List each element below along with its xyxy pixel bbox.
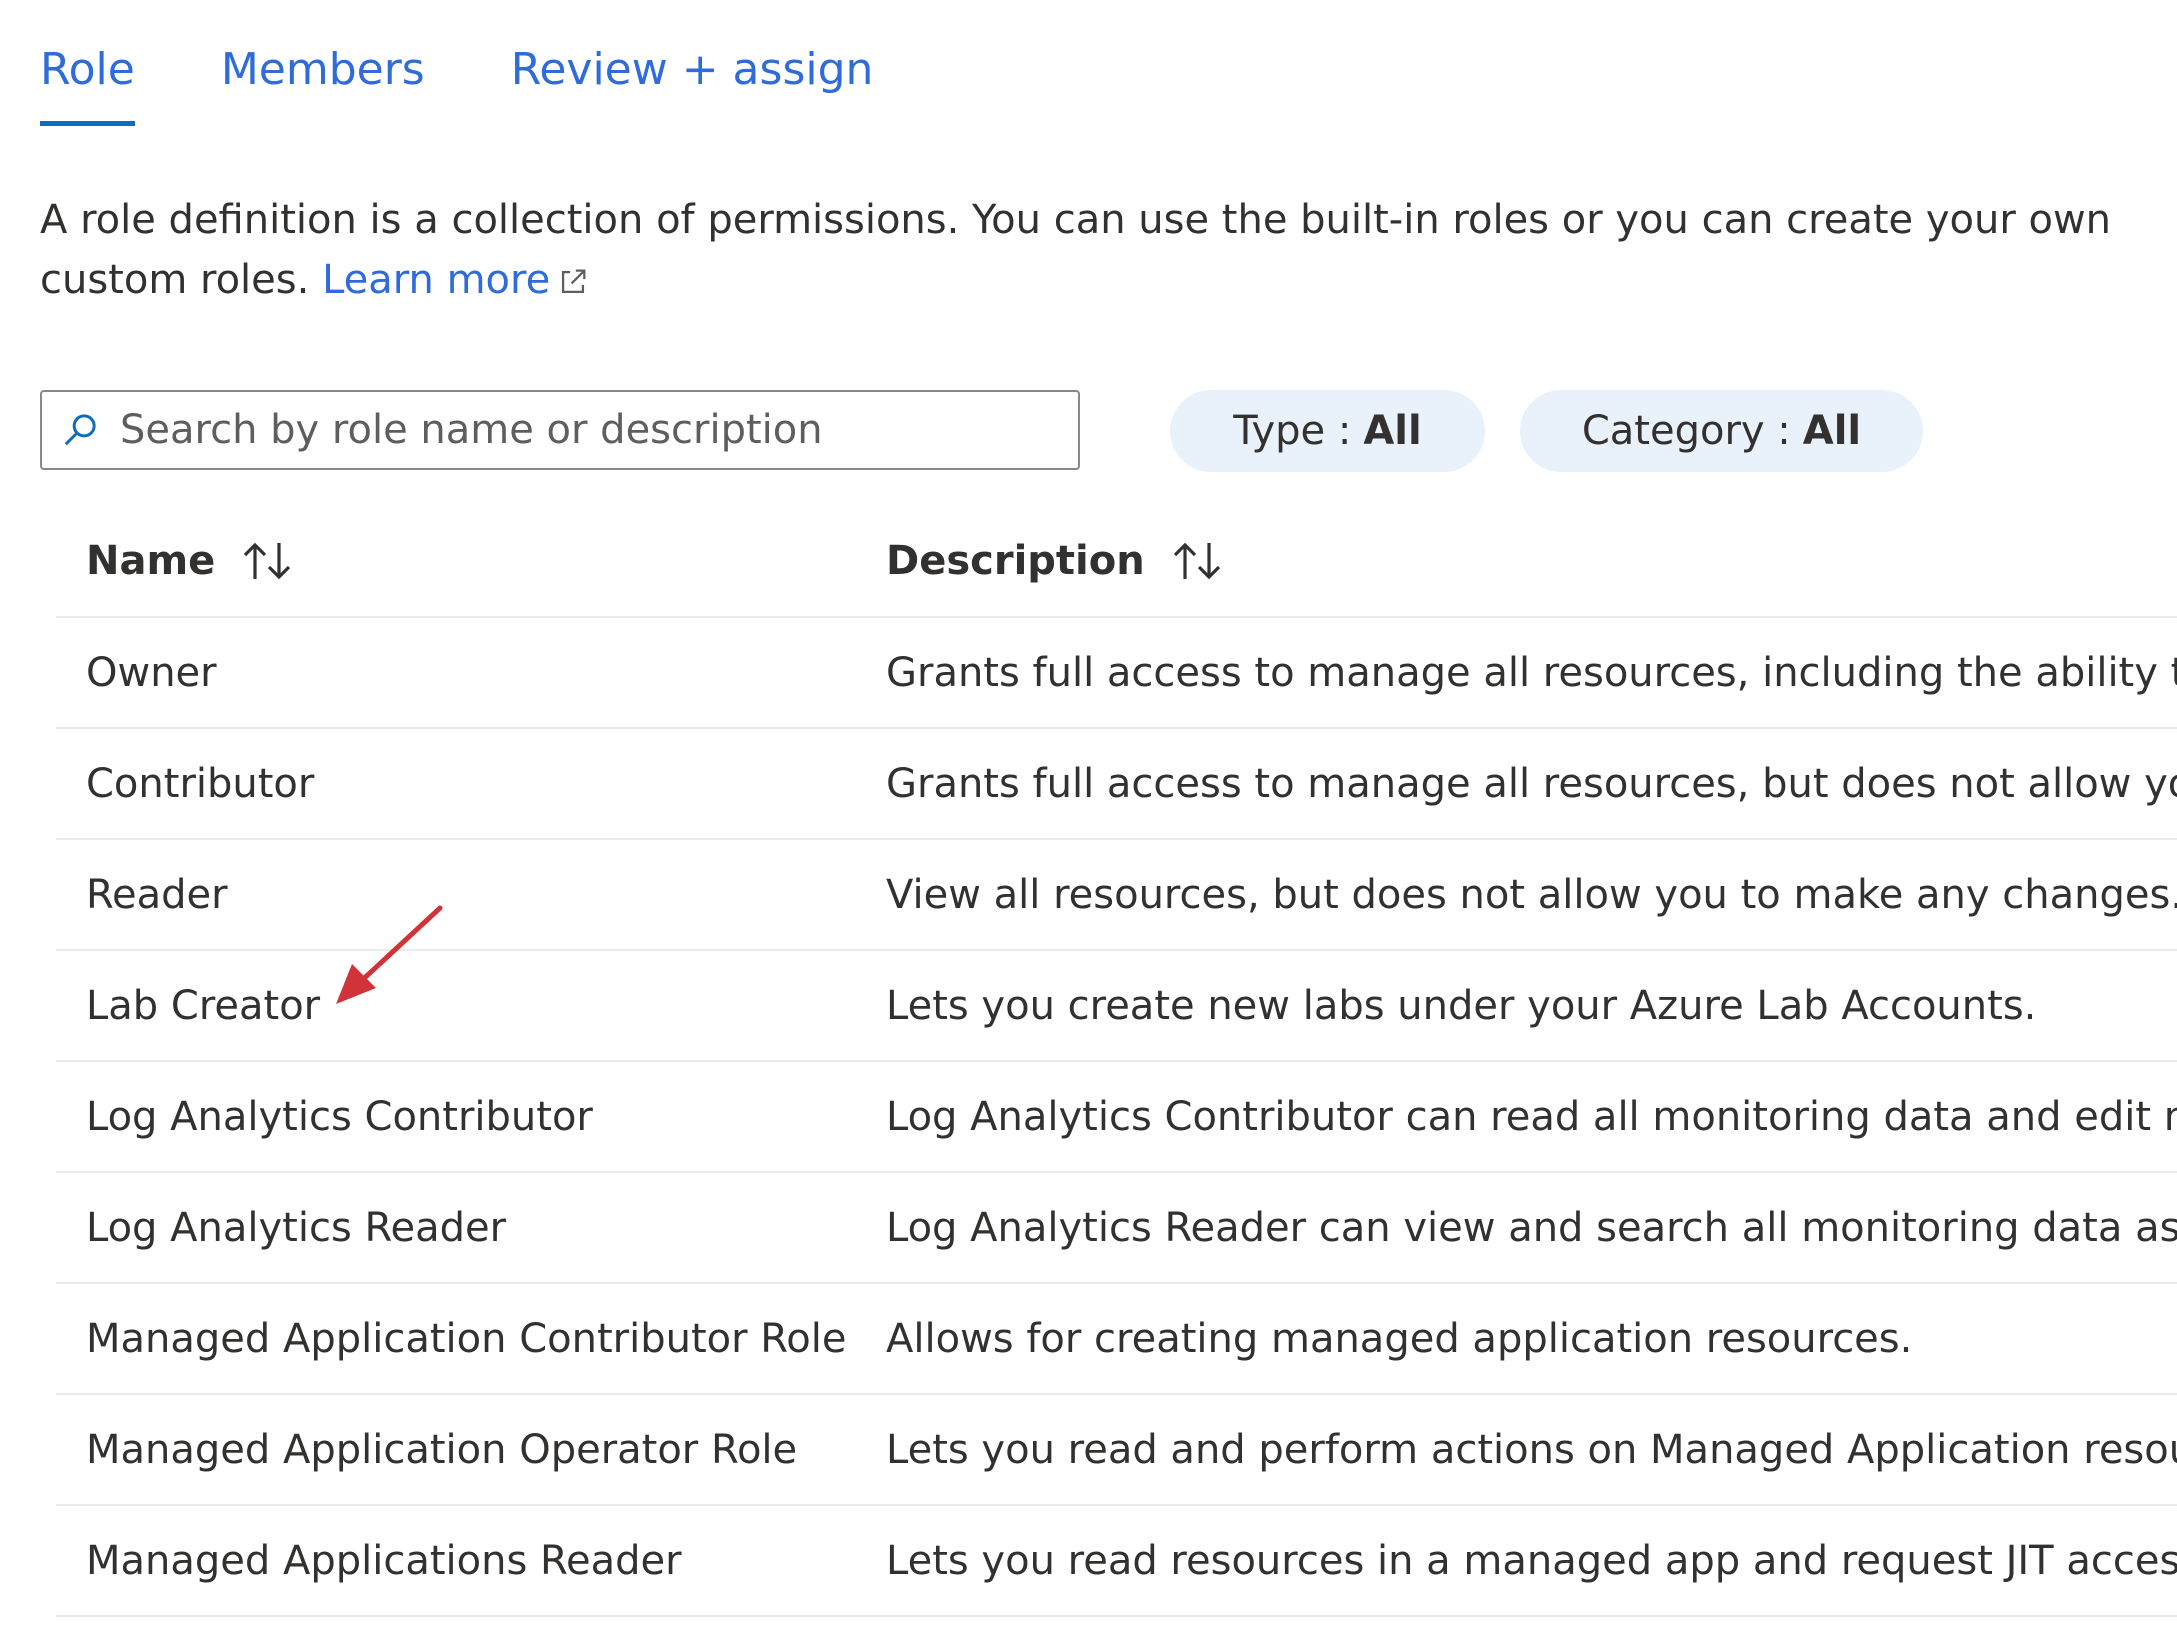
role-description: Log Analytics Contributor can read all m… — [886, 1094, 2177, 1140]
role-name: Contributor — [86, 761, 315, 807]
table-row[interactable]: Managed Applications Reader Lets you rea… — [56, 1506, 2177, 1617]
table-row[interactable]: Log Analytics Contributor Log Analytics … — [56, 1062, 2177, 1173]
tab-role[interactable]: Role — [40, 38, 135, 126]
role-name: Log Analytics Reader — [86, 1205, 507, 1251]
role-description: Lets you read resources in a managed app… — [886, 1538, 2177, 1584]
learn-more-label: Learn more — [322, 257, 551, 303]
category-filter-label: Category : — [1581, 408, 1791, 454]
external-link-icon — [562, 269, 586, 294]
column-header-name[interactable]: Name — [86, 538, 295, 584]
role-description: Lets you create new labs under your Azur… — [886, 983, 2037, 1029]
category-filter-value: All — [1802, 408, 1862, 454]
role-description: Grants full access to manage all resourc… — [886, 650, 2177, 696]
sort-icon[interactable] — [239, 539, 295, 583]
table-row[interactable]: Contributor Grants full access to manage… — [56, 729, 2177, 840]
role-name: Managed Application Contributor Role — [86, 1316, 847, 1362]
table-row[interactable]: Managed Application Operator Role Lets y… — [56, 1395, 2177, 1506]
type-filter-value: All — [1363, 408, 1422, 454]
role-name: Owner — [86, 650, 217, 696]
type-filter-label: Type : — [1233, 408, 1352, 454]
annotation-arrow-icon — [336, 905, 443, 1004]
column-header-description[interactable]: Description — [886, 538, 1225, 584]
table-row[interactable]: Owner Grants full access to manage all r… — [56, 618, 2177, 729]
role-name: Managed Application Operator Role — [86, 1427, 798, 1473]
role-name: Managed Applications Reader — [86, 1538, 682, 1584]
search-box[interactable] — [40, 390, 1080, 470]
role-name: Lab Creator — [86, 983, 321, 1029]
role-description: Allows for creating managed application … — [886, 1316, 1913, 1362]
tab-members[interactable]: Members — [221, 38, 425, 126]
table-row[interactable]: Managed Application Contributor Role All… — [56, 1284, 2177, 1395]
role-description: Grants full access to manage all resourc… — [886, 761, 2177, 807]
table-header: Name Description — [56, 506, 2177, 618]
search-icon — [64, 414, 96, 446]
tab-bar: Role Members Review + assign — [40, 38, 873, 126]
roles-table: Name Description Owner Grants full acces… — [56, 506, 2177, 1617]
table-row[interactable]: Log Analytics Reader Log Analytics Reade… — [56, 1173, 2177, 1284]
tab-review-assign[interactable]: Review + assign — [511, 38, 874, 126]
role-description: Lets you read and perform actions on Man… — [886, 1427, 2177, 1473]
learn-more-link[interactable]: Learn more — [322, 257, 590, 303]
role-description: View all resources, but does not allow y… — [886, 872, 2177, 918]
type-filter-pill[interactable]: Type : All — [1170, 390, 1485, 472]
role-definition-description: A role definition is a collection of per… — [40, 190, 2140, 310]
category-filter-pill[interactable]: Category : All — [1520, 390, 1923, 472]
search-input[interactable] — [118, 406, 1078, 454]
role-name: Reader — [86, 872, 228, 918]
sort-icon[interactable] — [1169, 539, 1225, 583]
role-name: Log Analytics Contributor — [86, 1094, 593, 1140]
role-description: Log Analytics Reader can view and search… — [886, 1205, 2177, 1251]
